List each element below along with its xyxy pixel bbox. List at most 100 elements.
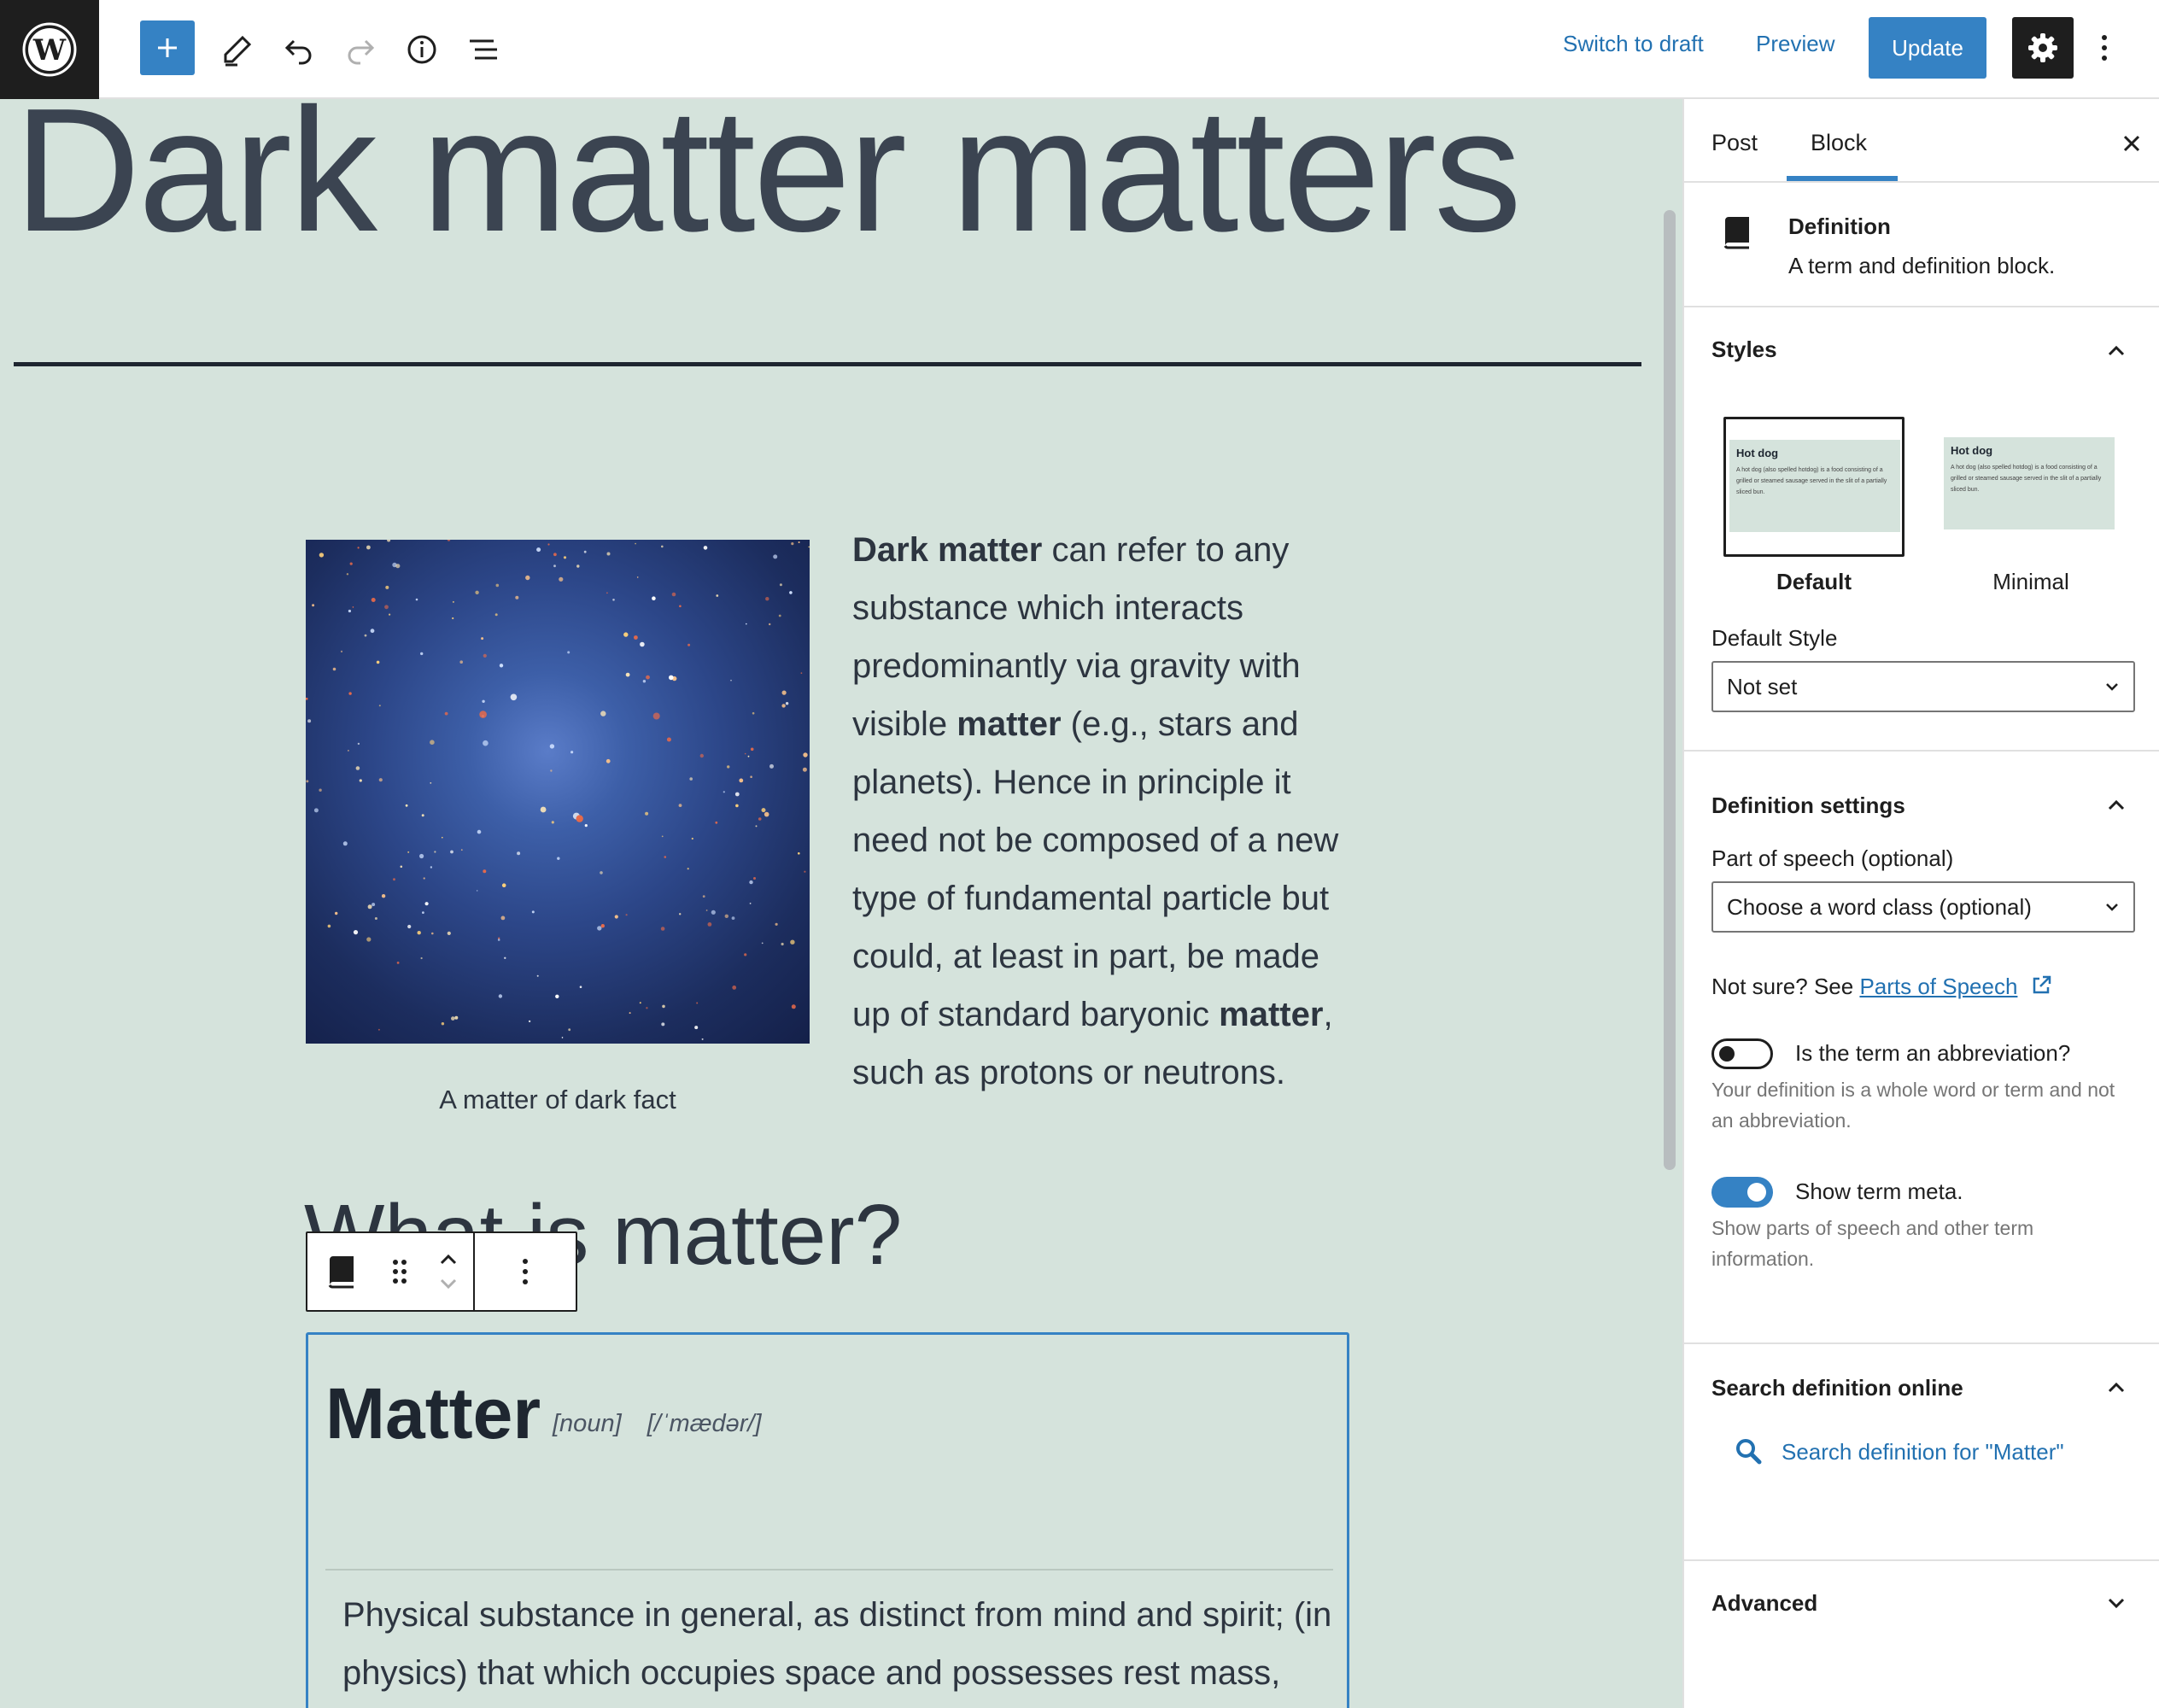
- star: [791, 542, 794, 546]
- definition-term[interactable]: Matter: [325, 1372, 541, 1455]
- star: [400, 865, 403, 869]
- galaxy-cluster-image[interactable]: [306, 540, 810, 1044]
- parts-of-speech-link[interactable]: Parts of Speech: [1859, 974, 2017, 999]
- star: [450, 850, 453, 854]
- star: [735, 804, 739, 808]
- tab-post[interactable]: Post: [1711, 130, 1758, 156]
- star: [550, 769, 553, 772]
- info-icon[interactable]: [393, 20, 451, 79]
- post-title[interactable]: Dark matter matters: [14, 99, 1522, 258]
- block-toolbar: [306, 1231, 577, 1312]
- definition-text[interactable]: Physical substance in general, as distin…: [342, 1586, 1333, 1708]
- block-options-icon[interactable]: [475, 1233, 576, 1310]
- style-label-default[interactable]: Default: [1723, 569, 1904, 595]
- star: [378, 705, 381, 707]
- star: [678, 804, 682, 807]
- show-term-meta-toggle[interactable]: [1711, 1177, 1773, 1208]
- star: [606, 758, 611, 763]
- pencil-icon[interactable]: [208, 20, 266, 79]
- star: [746, 623, 747, 625]
- redo-icon[interactable]: [331, 20, 389, 79]
- star: [711, 910, 716, 915]
- star: [758, 817, 762, 821]
- star: [475, 590, 479, 594]
- show-term-meta-label[interactable]: Show term meta.: [1795, 1179, 1963, 1205]
- separator-block[interactable]: [14, 362, 1641, 366]
- star: [447, 931, 451, 935]
- star: [634, 635, 638, 640]
- star: [348, 609, 351, 613]
- pronunciation: [/ˈmædər/]: [647, 1410, 762, 1437]
- undo-icon[interactable]: [270, 20, 328, 79]
- text-run: (e.g., stars and planets). Hence in prin…: [852, 705, 1339, 1033]
- abbreviation-toggle-label[interactable]: Is the term an abbreviation?: [1795, 1040, 2070, 1067]
- search-panel-title[interactable]: Search definition online: [1711, 1375, 1963, 1401]
- definition-book-icon: [1722, 215, 1752, 254]
- star: [531, 910, 535, 914]
- star: [625, 914, 628, 916]
- drag-handle-icon[interactable]: [376, 1233, 424, 1310]
- chevron-down-icon: [2106, 904, 2118, 911]
- definition-block[interactable]: Matter [noun] [/ˈmædər/] Physical substa…: [306, 1332, 1349, 1708]
- star: [790, 939, 795, 945]
- star: [662, 1004, 665, 1009]
- image-caption[interactable]: A matter of dark fact: [306, 1085, 810, 1115]
- preview-button[interactable]: Preview: [1756, 31, 1834, 57]
- star: [359, 779, 362, 782]
- star: [703, 546, 708, 550]
- chevron-up-icon[interactable]: [2104, 1375, 2128, 1399]
- styles-panel-title[interactable]: Styles: [1711, 336, 1777, 363]
- part-of-speech-select[interactable]: Choose a word class (optional): [1711, 881, 2135, 933]
- star: [366, 545, 371, 550]
- star: [761, 942, 764, 945]
- chevron-up-icon[interactable]: [2104, 793, 2128, 816]
- star: [612, 599, 615, 601]
- star: [699, 753, 704, 758]
- star: [348, 750, 349, 752]
- abbreviation-toggle[interactable]: [1711, 1038, 1773, 1069]
- style-option-minimal[interactable]: Hot dog A hot dog (also spelled hotdog) …: [1940, 417, 2121, 557]
- star: [747, 755, 750, 757]
- star: [761, 808, 766, 813]
- star: [555, 994, 559, 998]
- star: [652, 596, 656, 600]
- definition-settings-title[interactable]: Definition settings: [1711, 793, 1905, 819]
- definition-block-icon[interactable]: [307, 1233, 376, 1310]
- search-definition-link[interactable]: Search definition for "Matter": [1734, 1436, 2064, 1467]
- advanced-panel-title[interactable]: Advanced: [1711, 1590, 1817, 1617]
- star: [660, 927, 665, 931]
- paragraph-block[interactable]: Dark matter can refer to any substance w…: [852, 521, 1365, 1102]
- default-style-select[interactable]: Not set: [1711, 661, 2135, 712]
- chevron-up-icon[interactable]: [2104, 338, 2128, 362]
- canvas-scrollbar[interactable]: [1664, 210, 1676, 1170]
- style-label-minimal[interactable]: Minimal: [1940, 569, 2121, 595]
- move-down-chevron-icon[interactable]: [438, 1278, 459, 1290]
- search-icon: [1736, 1439, 1762, 1465]
- star: [459, 660, 463, 664]
- abbreviation-help-text: Your definition is a whole word or term …: [1711, 1079, 2115, 1132]
- block-inserter-button[interactable]: [140, 20, 195, 75]
- wordpress-logo-icon[interactable]: W: [0, 0, 99, 99]
- star: [319, 553, 325, 558]
- star: [600, 871, 603, 874]
- move-up-chevron-icon[interactable]: [438, 1253, 459, 1265]
- star: [755, 825, 758, 828]
- star: [753, 877, 756, 880]
- star: [348, 692, 352, 695]
- star: [374, 917, 377, 920]
- switch-to-draft-button[interactable]: Switch to draft: [1563, 31, 1704, 57]
- chevron-down-icon[interactable]: [2104, 1592, 2128, 1616]
- star: [696, 1002, 699, 1004]
- star: [775, 922, 778, 926]
- settings-gear-icon[interactable]: [2012, 17, 2074, 79]
- close-icon[interactable]: [2118, 130, 2145, 157]
- star: [671, 592, 676, 597]
- star: [483, 740, 489, 746]
- star: [679, 913, 682, 915]
- star: [353, 930, 359, 935]
- list-view-icon[interactable]: [454, 20, 512, 79]
- more-options-icon[interactable]: [2084, 20, 2125, 75]
- style-option-default[interactable]: Hot dog A hot dog (also spelled hotdog) …: [1723, 417, 1904, 557]
- tab-block[interactable]: Block: [1811, 130, 1867, 156]
- update-button[interactable]: Update: [1869, 17, 1986, 79]
